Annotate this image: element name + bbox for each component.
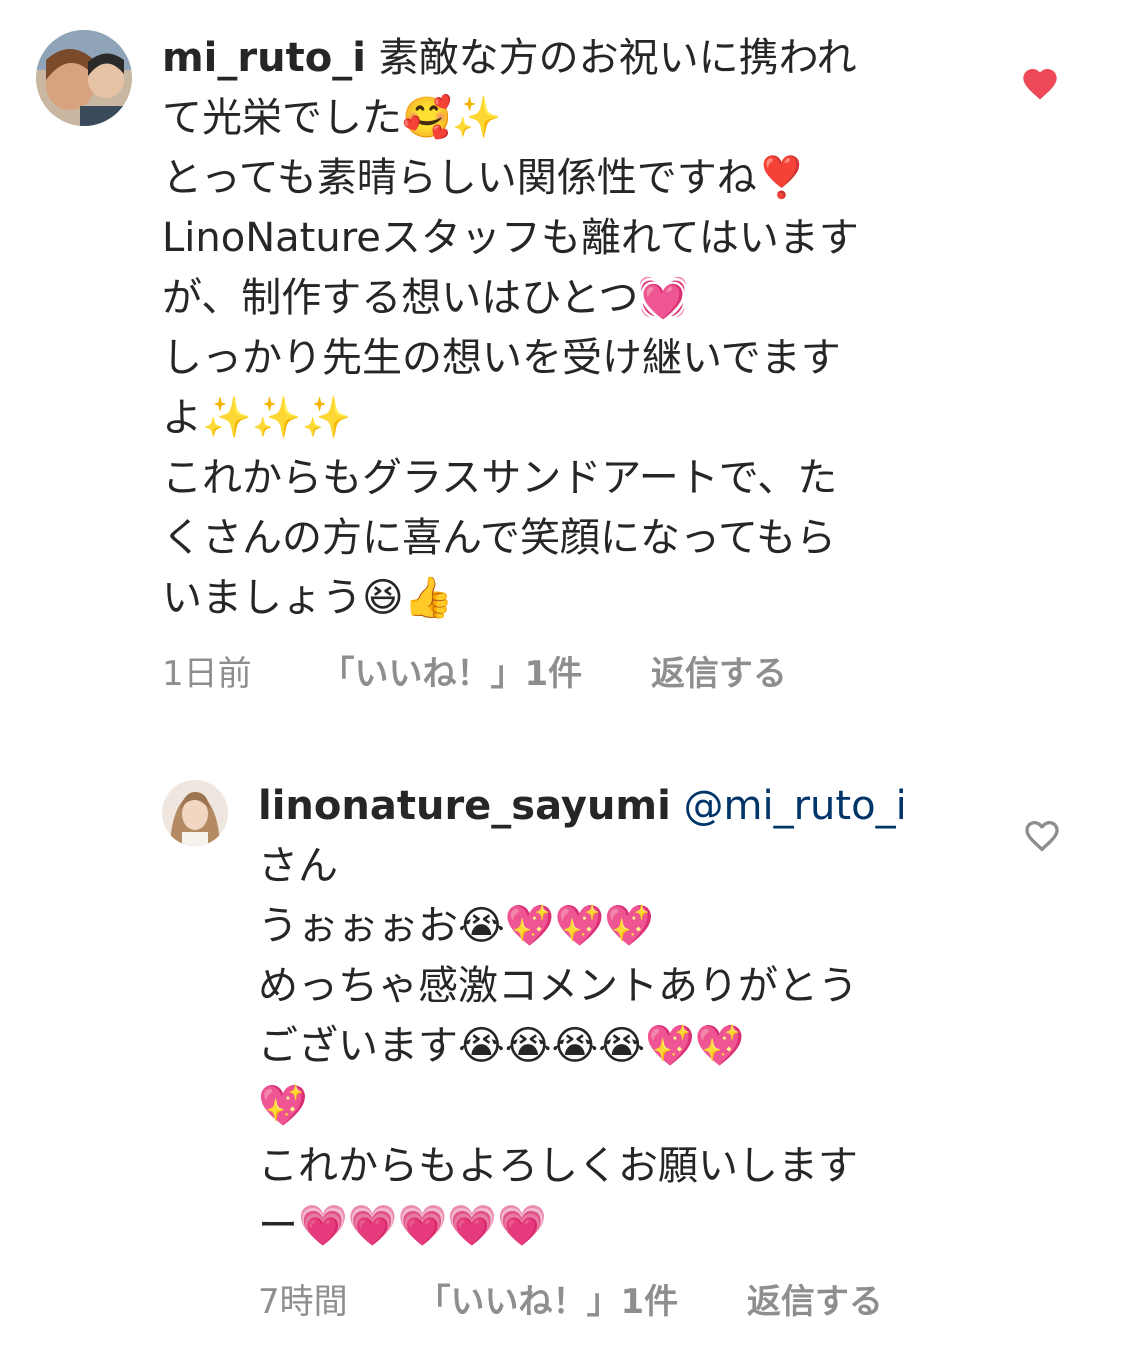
comment-line: LinoNatureスタッフも離れてはいます [162,215,859,261]
comment-line: ー💗💗💗💗💗 [258,1203,548,1249]
comment-time: 1日前 [162,654,252,694]
comment-line: よ✨✨✨ [162,395,352,441]
comment-line: 素敵な方のお祝いに携われ [378,35,857,81]
comment-linonature-sayumi: linonature_sayumi @mi_ruto_i さん うぉぉぉお😭💖💖… [0,760,1125,1360]
comment-mi-ruto-i: mi_ruto_i 素敵な方のお祝いに携われ て光栄でした🥰✨ とっても素晴らし… [0,0,1125,700]
avatar[interactable] [162,780,228,846]
comment-line: ございます😭😭😭😭💖💖 [258,1023,745,1069]
comment-line: うぉぉぉお😭💖💖💖 [258,903,655,949]
comment-line: めっちゃ感激コメントありがとう [258,963,858,1009]
comment-line: 💖 [258,1083,308,1129]
comment-time: 7時間 [258,1282,348,1322]
comment-body: mi_ruto_i 素敵な方のお祝いに携われ て光栄でした🥰✨ とっても素晴らし… [162,28,942,628]
comment-line: が、制作する想いはひとつ💓 [162,275,689,321]
comment-meta: 7時間 「いいね！」1件 返信する [258,1274,941,1323]
likes-count-link[interactable]: 「いいね！」1件 [416,1282,678,1322]
avatar-photo [162,780,228,846]
avatar[interactable] [36,30,132,126]
reply-button[interactable]: 返信する [747,1282,883,1322]
username[interactable]: mi_ruto_i [162,35,366,81]
comment-line: さん [258,843,338,889]
username[interactable]: linonature_sayumi [258,783,671,829]
comment-line: て光栄でした🥰✨ [162,95,502,141]
comment-body: linonature_sayumi @mi_ruto_i さん うぉぉぉお😭💖💖… [258,776,948,1256]
heart-filled-icon[interactable] [1020,64,1060,104]
comment-line: これからもグラスサンドアートで、た [162,455,838,501]
reply-button[interactable]: 返信する [651,654,787,694]
comment-line: しっかり先生の想いを受け継いでます [162,335,841,381]
mention-link[interactable]: @mi_ruto_i [684,783,907,829]
comment-line: これからもよろしくお願いします [258,1143,858,1189]
comment-meta: 1日前 「いいね！」1件 返信する [162,646,845,695]
heart-outline-icon[interactable] [1022,816,1062,856]
likes-count-link[interactable]: 「いいね！」1件 [320,654,582,694]
comment-line: とっても素晴らしい関係性ですね❣️ [162,155,807,201]
comment-line: いましょう😆👍 [162,575,454,621]
comment-line: くさんの方に喜んで笑顔になってもら [162,515,836,561]
avatar-photo [36,30,132,126]
